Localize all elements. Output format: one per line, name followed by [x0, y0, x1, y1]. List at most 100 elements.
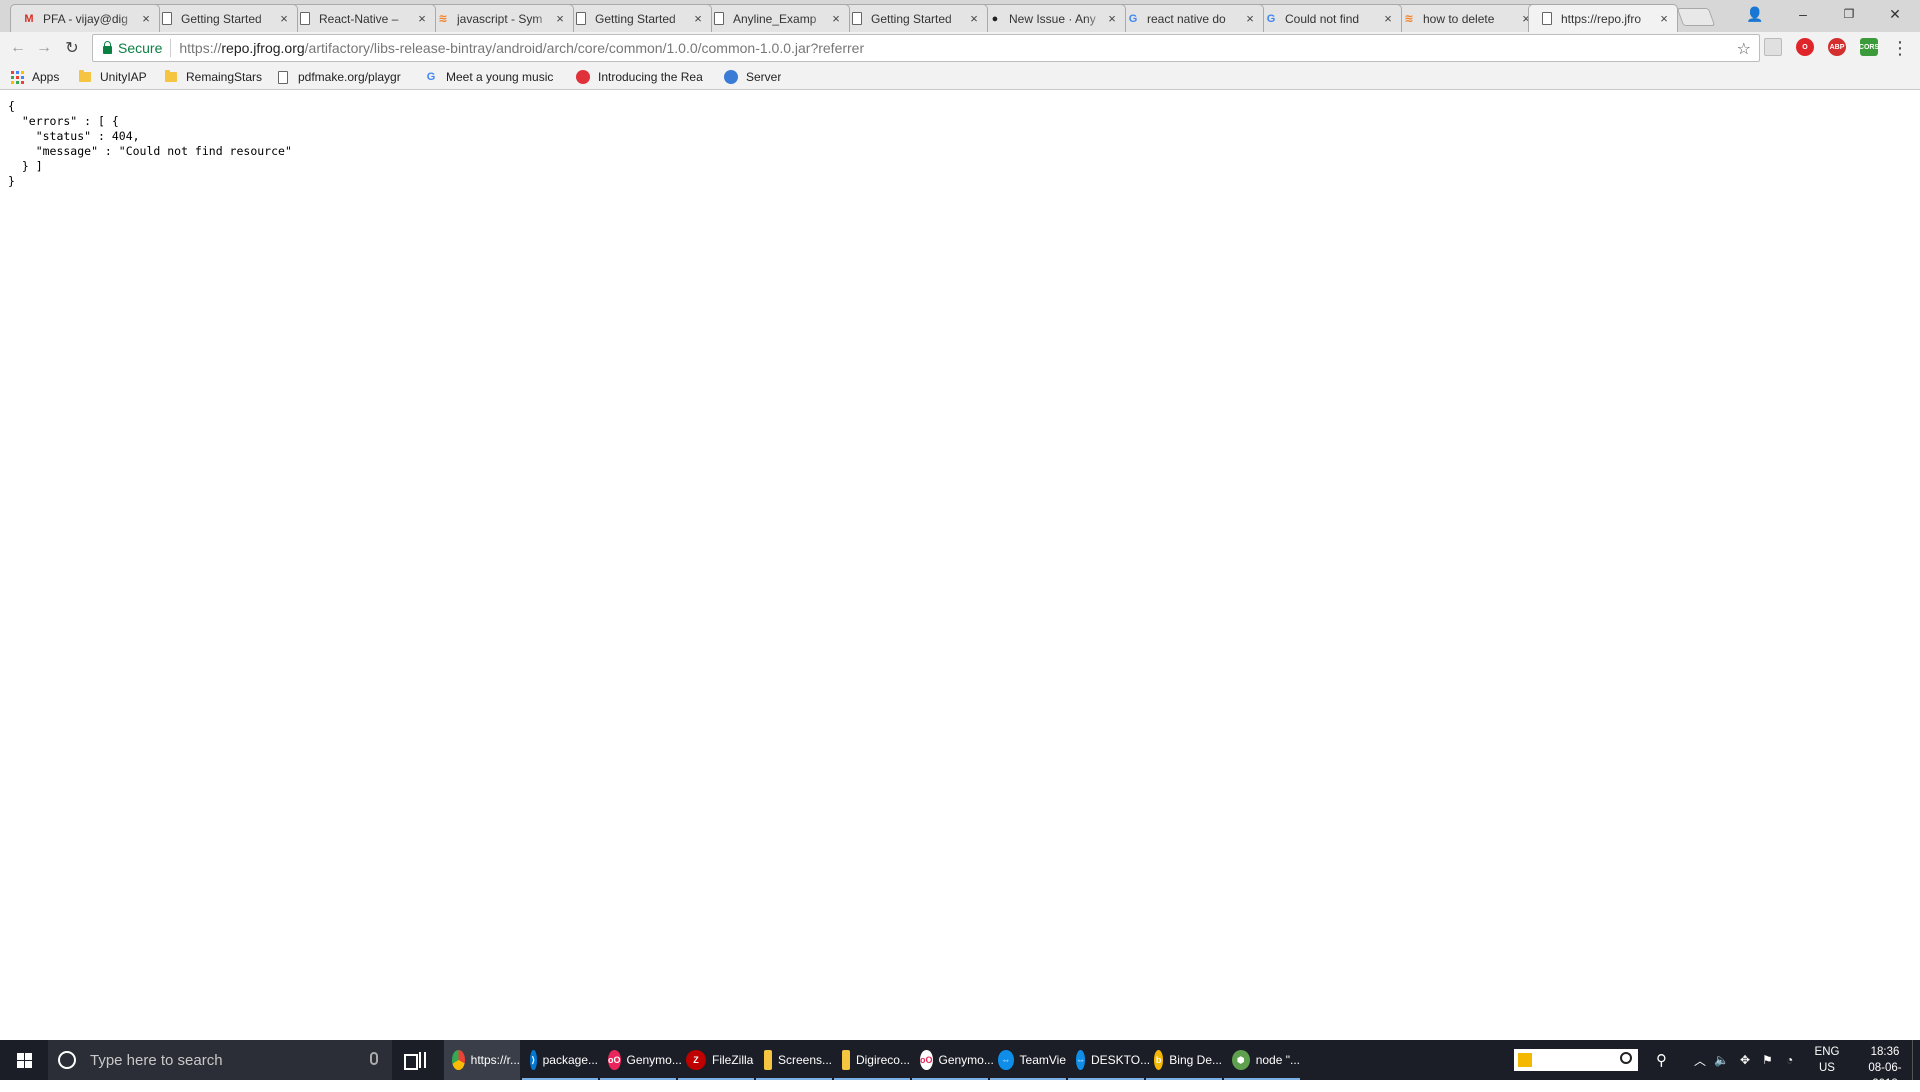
taskbar-app-label: Genymo... — [626, 1053, 682, 1067]
tab-9[interactable]: Greact native do × — [1114, 4, 1264, 32]
close-tab-icon[interactable]: × — [691, 11, 705, 26]
opera-icon[interactable]: O — [1796, 38, 1814, 56]
tab-4[interactable]: ≋ javascript - Sym × — [424, 4, 574, 32]
tab-title: PFA - vijay@dig — [43, 11, 128, 26]
tab-10[interactable]: G Could not find × — [1252, 4, 1402, 32]
google-icon: G — [426, 71, 436, 83]
close-tab-icon[interactable]: × — [829, 11, 843, 26]
tab-11[interactable]: ≋ how to delete × — [1390, 4, 1540, 32]
taskbar-app-9[interactable]: ⇔ DESKTO... — [1068, 1040, 1150, 1080]
tab-5[interactable]: Getting Started × — [562, 4, 712, 32]
taskbar-app-2[interactable]: ⟩ package... — [522, 1040, 598, 1080]
taskbar-app-1[interactable]: https://r... — [444, 1040, 520, 1080]
lock-icon — [103, 41, 112, 54]
tab-title: Getting Started — [871, 11, 952, 26]
bookmark-label: Meet a young music — [446, 70, 554, 84]
bookmark-label: RemaingStars — [186, 70, 263, 84]
task-view-icon[interactable] — [404, 1052, 426, 1070]
page-icon — [276, 70, 290, 84]
json-response-text: { "errors" : [ { "status" : 404, "messag… — [8, 99, 292, 188]
taskbar-app-label: node "... — [1255, 1053, 1300, 1067]
language-indicator[interactable]: ENG US — [1812, 1044, 1842, 1076]
close-tab-icon[interactable]: × — [277, 11, 291, 26]
taskbar-app-label: Bing De... — [1169, 1053, 1222, 1067]
bookmark-5[interactable]: G Meet a young music — [424, 68, 560, 86]
bookmark-4[interactable]: pdfmake.org/playgr — [276, 68, 412, 86]
nodejs-icon: ⬢ — [1232, 1050, 1250, 1070]
taskbar-app-6[interactable]: Digireco... — [834, 1040, 910, 1080]
bookmark-3[interactable]: RemaingStars — [164, 68, 268, 86]
chrome-menu-icon[interactable]: ⋮ — [1888, 36, 1912, 60]
wifi-icon[interactable]: ◔ — [1786, 1040, 1793, 1080]
bookmark-7[interactable]: Server — [724, 68, 784, 86]
profile-icon[interactable]: 👤 — [1732, 0, 1778, 28]
start-button[interactable] — [0, 1040, 48, 1080]
bookmark-label: Server — [746, 70, 782, 84]
tab-12[interactable]: https://repo.jfro × — [1528, 4, 1678, 32]
tab-title: how to delete — [1423, 11, 1495, 26]
tab-2[interactable]: Getting Started × — [148, 4, 298, 32]
close-tab-icon[interactable]: × — [1105, 11, 1119, 26]
system-clock[interactable]: 18:36 08-06-2018 — [1862, 1044, 1908, 1092]
adblock-plus-icon[interactable]: ABP — [1828, 38, 1846, 56]
address-bar[interactable]: Secure https://repo.jfrog.org/artifactor… — [92, 34, 1760, 62]
bookmark-label: pdfmake.org/playgr — [298, 70, 401, 84]
taskbar-app-11[interactable]: ⬢ node "... — [1224, 1040, 1300, 1080]
close-tab-icon[interactable]: × — [139, 11, 153, 26]
bing-search-widget[interactable] — [1514, 1049, 1638, 1071]
taskbar-app-7[interactable]: oO Genymo... — [912, 1040, 994, 1080]
tab-1[interactable]: M PFA - vijay@dig × — [10, 4, 160, 32]
taskbar-app-3[interactable]: oO Genymo... — [600, 1040, 682, 1080]
dropbox-icon[interactable]: ✥ — [1740, 1040, 1750, 1080]
cortana-icon — [58, 1051, 76, 1069]
minimize-button[interactable]: – — [1780, 0, 1826, 28]
bing-desktop-icon: b — [1154, 1050, 1164, 1070]
close-tab-icon[interactable]: × — [1657, 11, 1671, 26]
taskbar-search-box[interactable]: Type here to search — [48, 1040, 392, 1080]
tab-7[interactable]: Getting Started × — [838, 4, 988, 32]
close-tab-icon[interactable]: × — [1381, 11, 1395, 26]
taskbar-app-5[interactable]: Screens... — [756, 1040, 832, 1080]
volume-icon[interactable]: 🔈 — [1714, 1040, 1729, 1080]
people-icon[interactable]: ⚲ — [1656, 1040, 1667, 1080]
show-desktop-button[interactable] — [1912, 1040, 1920, 1080]
extension-icon[interactable] — [1764, 38, 1782, 56]
omnibox-divider — [170, 39, 172, 57]
bookmark-star-icon[interactable]: ☆ — [1737, 39, 1751, 59]
new-tab-button[interactable] — [1676, 8, 1716, 26]
taskbar-app-8[interactable]: ⇔ TeamVie — [990, 1040, 1066, 1080]
back-button[interactable]: ← — [6, 36, 30, 60]
bookmark-1[interactable]: Apps — [10, 68, 70, 86]
microphone-icon[interactable] — [370, 1052, 378, 1065]
server-icon — [724, 70, 738, 84]
tray-overflow-icon[interactable]: ︿ — [1694, 1040, 1706, 1080]
bookmark-2[interactable]: UnityIAP — [78, 68, 154, 86]
close-tab-icon[interactable]: × — [967, 11, 981, 26]
cors-extension-icon[interactable]: CORS — [1859, 38, 1879, 56]
folder-icon — [842, 1050, 850, 1070]
close-tab-icon[interactable]: × — [1243, 11, 1257, 26]
tab-title: Anyline_Examp — [733, 11, 817, 26]
maximize-button[interactable]: ❐ — [1826, 0, 1872, 28]
clock-time: 18:36 — [1870, 1046, 1900, 1058]
taskbar-app-label: Genymo... — [938, 1053, 994, 1067]
close-tab-icon[interactable]: × — [553, 11, 567, 26]
tab-6[interactable]: Anyline_Examp × — [700, 4, 850, 32]
tab-8[interactable]: ● New Issue · Any × — [976, 4, 1126, 32]
taskbar-app-label: package... — [542, 1053, 598, 1067]
github-icon: ● — [991, 12, 999, 25]
secure-label[interactable]: Secure — [118, 40, 162, 56]
tab-title: New Issue · Any — [1009, 11, 1096, 26]
close-window-button[interactable]: ✕ — [1872, 0, 1918, 28]
reload-button[interactable]: ↻ — [60, 36, 84, 60]
tab-3[interactable]: React-Native – × — [286, 4, 436, 32]
forward-button[interactable]: → — [32, 36, 56, 60]
flag-icon[interactable]: ⚑ — [1762, 1040, 1773, 1080]
taskbar-app-10[interactable]: b Bing De... — [1146, 1040, 1222, 1080]
close-tab-icon[interactable]: × — [415, 11, 429, 26]
windows-logo-icon — [16, 1052, 32, 1068]
url-text[interactable]: https://repo.jfrog.org/artifactory/libs-… — [179, 40, 864, 56]
tab-title: javascript - Sym — [457, 11, 543, 26]
taskbar-app-4[interactable]: Z FileZilla — [678, 1040, 754, 1080]
bookmark-6[interactable]: Introducing the Rea — [576, 68, 712, 86]
